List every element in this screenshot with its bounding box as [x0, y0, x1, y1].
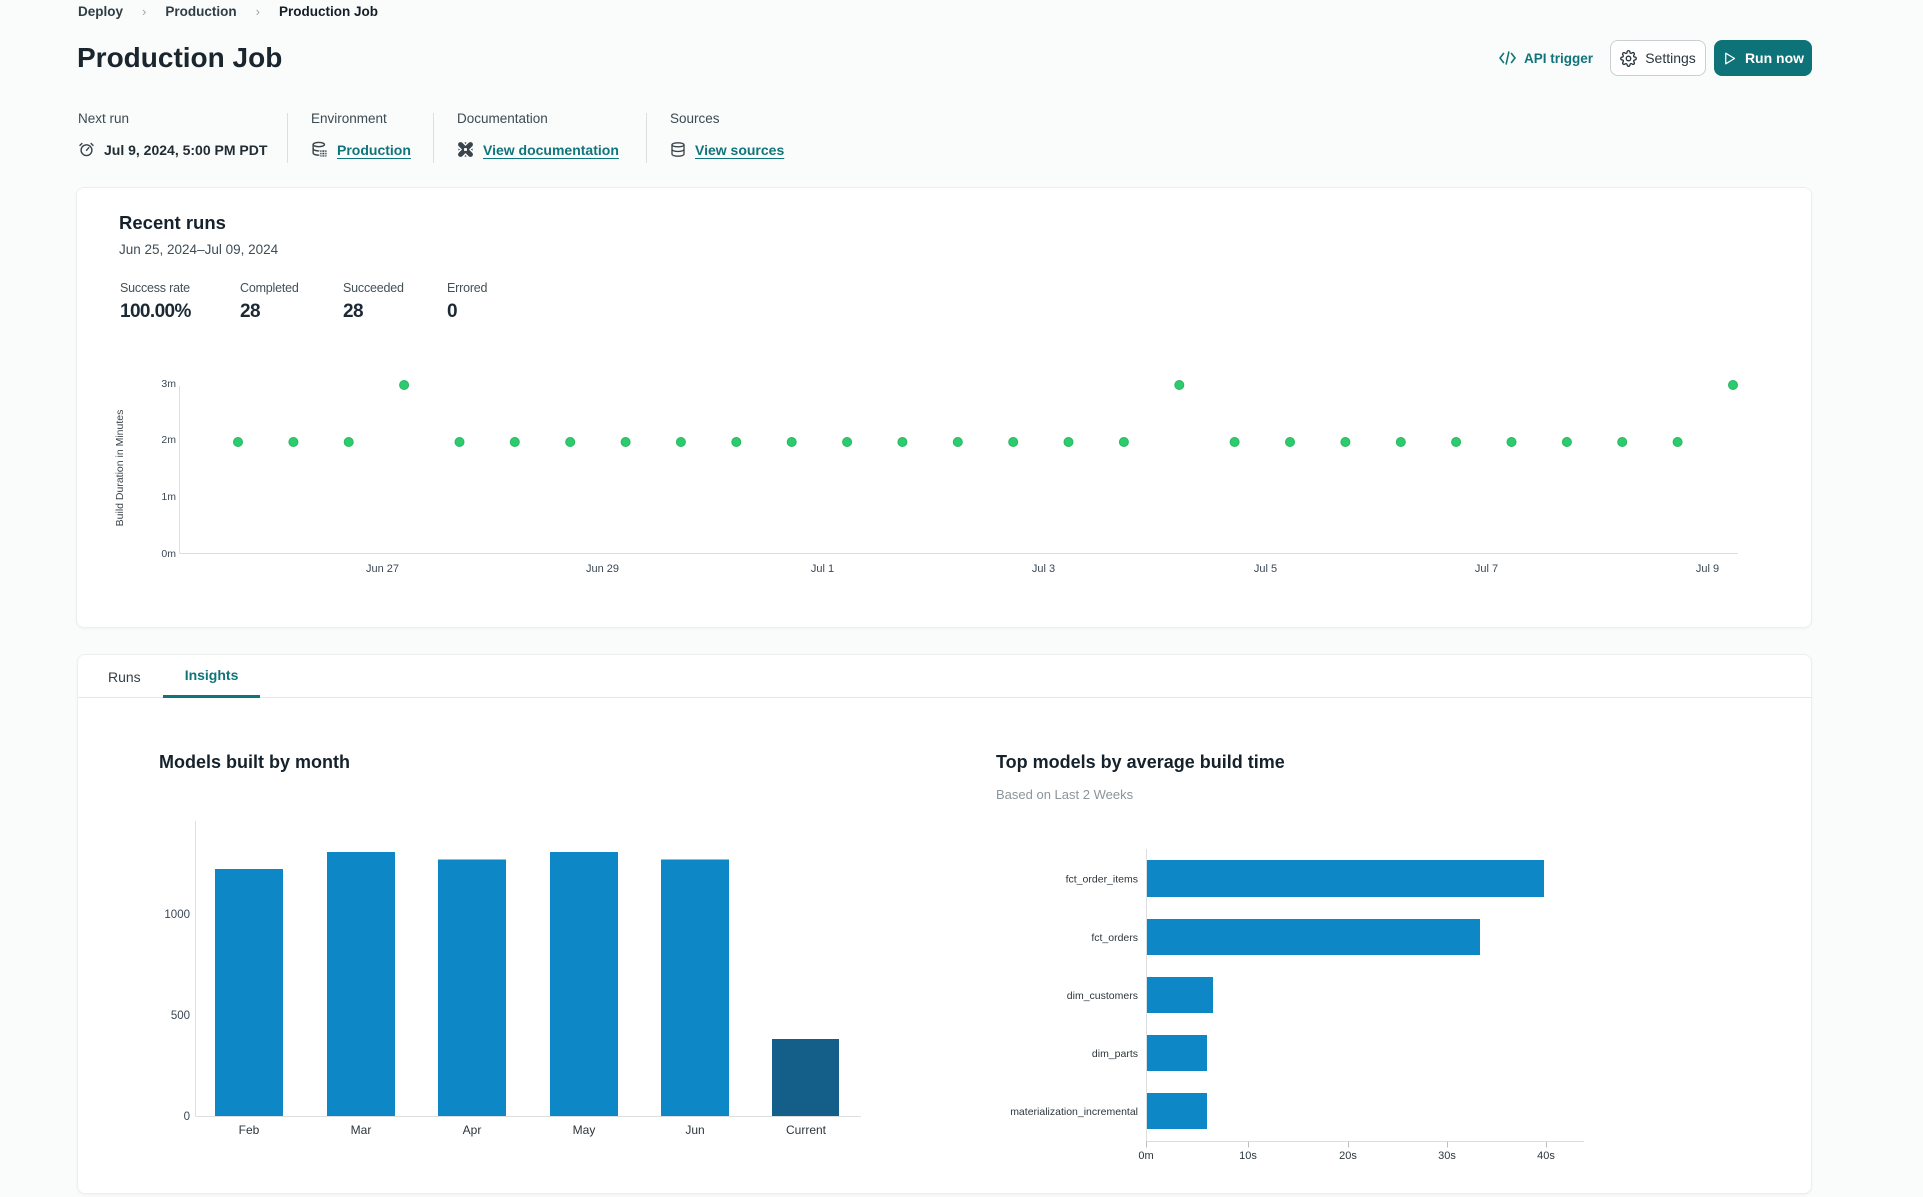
svg-text:Feb: Feb — [239, 1123, 260, 1137]
svg-text:10s: 10s — [1239, 1150, 1257, 1162]
svg-text:30s: 30s — [1438, 1150, 1456, 1162]
svg-text:Apr: Apr — [463, 1123, 482, 1137]
svg-text:Jun 29: Jun 29 — [586, 563, 619, 575]
svg-text:Build Duration in Minutes: Build Duration in Minutes — [114, 410, 126, 527]
svg-text:1m: 1m — [161, 491, 176, 503]
svg-text:fct_order_items: fct_order_items — [1066, 874, 1138, 886]
svg-text:Jul 3: Jul 3 — [1032, 563, 1055, 575]
svg-text:1000: 1000 — [164, 909, 190, 921]
svg-text:dim_parts: dim_parts — [1092, 1048, 1138, 1060]
svg-text:materialization_incremental: materialization_incremental — [1010, 1106, 1138, 1118]
svg-text:May: May — [573, 1123, 596, 1137]
svg-text:2m: 2m — [161, 434, 176, 446]
svg-text:40s: 40s — [1537, 1150, 1555, 1162]
svg-text:20s: 20s — [1339, 1150, 1357, 1162]
svg-text:Jul 1: Jul 1 — [811, 563, 834, 575]
svg-text:Mar: Mar — [351, 1123, 372, 1137]
svg-text:Jul 5: Jul 5 — [1254, 563, 1277, 575]
svg-text:Jul 9: Jul 9 — [1696, 563, 1719, 575]
svg-text:Jun 27: Jun 27 — [366, 563, 399, 575]
svg-text:Current: Current — [786, 1123, 827, 1137]
svg-text:fct_orders: fct_orders — [1091, 932, 1138, 944]
svg-text:0m: 0m — [1138, 1150, 1153, 1162]
svg-text:Jun: Jun — [685, 1123, 704, 1137]
svg-text:3m: 3m — [161, 378, 176, 390]
svg-text:0: 0 — [184, 1111, 190, 1123]
svg-text:Jul 7: Jul 7 — [1475, 563, 1498, 575]
svg-text:500: 500 — [171, 1010, 190, 1022]
svg-text:0m: 0m — [161, 548, 176, 560]
svg-text:dim_customers: dim_customers — [1067, 990, 1138, 1002]
